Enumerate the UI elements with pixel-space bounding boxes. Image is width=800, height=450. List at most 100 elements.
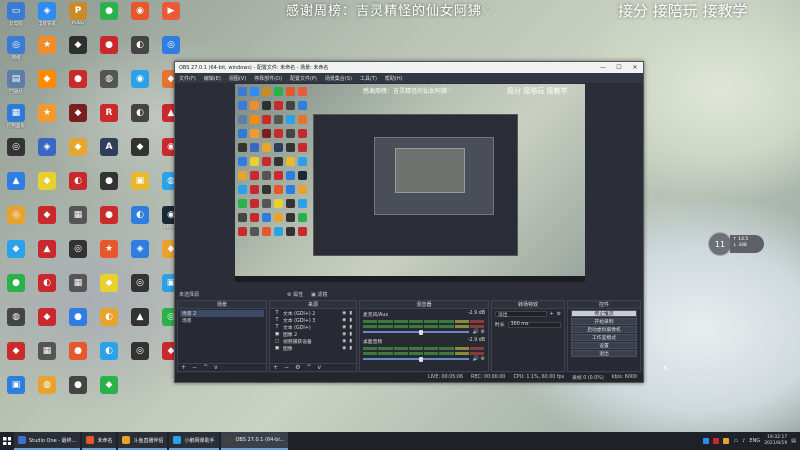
source-settings-icon[interactable]: ⚙ [295, 364, 300, 371]
duration-input[interactable]: 300 ms [507, 321, 561, 328]
remove-source-button[interactable]: − [284, 364, 289, 371]
desktop-icon[interactable]: ◎ [63, 240, 93, 274]
eye-icon[interactable]: ◉ [342, 346, 346, 351]
volume-knob[interactable] [419, 356, 424, 362]
lock-icon[interactable]: ▮ [349, 325, 352, 330]
speaker-icon[interactable]: 🔊 ⚙ [473, 356, 485, 362]
desktop-icon[interactable]: R [94, 104, 124, 138]
desktop-icon[interactable]: ● [1, 274, 31, 308]
desktop-icon[interactable]: ● [63, 342, 93, 376]
obs-title-bar[interactable]: OBS 27.0.1 (64-bit, windows) - 配置文件: 未命名… [175, 62, 643, 73]
move-scene-up-button[interactable]: ^ [203, 364, 208, 371]
menu-tools[interactable]: 工具(T) [360, 75, 377, 82]
minimize-icon[interactable]: — [595, 62, 611, 73]
lock-icon[interactable]: ▮ [349, 346, 352, 351]
desktop-icon[interactable]: ▦ [63, 274, 93, 308]
taskbar-item[interactable]: 小鹅网课助手 [169, 432, 219, 450]
desktop-icon[interactable]: ● [94, 2, 124, 36]
desktop-icon[interactable]: P PUBG [63, 2, 93, 36]
desktop-icon[interactable]: ◈ 电脑管家 [32, 2, 62, 36]
menu-scene-collection[interactable]: 场景集合(S) [325, 75, 352, 82]
desktop-icon[interactable]: ◉ [125, 2, 155, 36]
menu-file[interactable]: 文件(F) [179, 75, 196, 82]
desktop-icon[interactable]: ◆ [63, 138, 93, 172]
menu-help[interactable]: 帮助(H) [385, 75, 403, 82]
desktop-icon[interactable]: ◍ [1, 308, 31, 342]
obs-preview-canvas[interactable]: 感谢周榜：吉灵精怪的仙女阿狒♡ 接分 接陪玩 接教学 [235, 84, 585, 282]
taskbar-item[interactable]: Studio One - 最终... [14, 432, 81, 450]
desktop-icon[interactable]: ◎ 网络 [1, 36, 31, 70]
desktop-icon[interactable]: ▣ [1, 376, 31, 410]
desktop-icon[interactable]: ★ [32, 36, 62, 70]
menu-profile[interactable]: 配置文件(P) [290, 75, 317, 82]
menu-view[interactable]: 视图(V) [229, 75, 246, 82]
eye-icon[interactable]: ◉ [342, 332, 346, 337]
volume-knob[interactable] [419, 329, 424, 335]
desktop-icon[interactable]: ▦ [32, 342, 62, 376]
start-button[interactable] [0, 432, 14, 450]
scene-item[interactable]: 场景 [180, 317, 264, 324]
desktop-icon[interactable]: ▭ 此电脑 [1, 2, 31, 36]
desktop-icon[interactable]: ◐ [125, 36, 155, 70]
volume-slider[interactable]: 🔊 ⚙ [363, 356, 485, 362]
desktop-icon[interactable]: A [94, 138, 124, 172]
studio-mode-button[interactable]: 工作室模式 [571, 334, 637, 341]
desktop-icon[interactable]: ● [94, 206, 124, 240]
volume-slider[interactable]: 🔊 ⚙ [363, 329, 485, 335]
desktop-icon[interactable]: ◎ [1, 138, 31, 172]
desktop-icon[interactable]: ◆ [32, 206, 62, 240]
taskbar-item[interactable]: 斗鱼直播伴侣 [118, 432, 168, 450]
lock-icon[interactable]: ▮ [349, 318, 352, 323]
desktop-icon[interactable]: ● [63, 70, 93, 104]
lock-icon[interactable]: ▮ [349, 332, 352, 337]
start-recording-button[interactable]: 开始录制 [571, 318, 637, 325]
eye-icon[interactable]: ◉ [342, 339, 346, 344]
source-item[interactable]: ▢ 视频捕获设备 ◉ ▮ [272, 338, 354, 345]
transition-settings-icon[interactable]: ⚙ [557, 312, 561, 317]
desktop-icon[interactable]: ◆ [94, 376, 124, 410]
volume-icon[interactable]: ♪ [742, 438, 745, 444]
properties-button[interactable]: ⚙ 属性 [287, 291, 303, 298]
tray-app-icon[interactable] [713, 438, 720, 444]
desktop-icon[interactable]: ▲ [125, 308, 155, 342]
desktop-icon[interactable]: ◎ [125, 342, 155, 376]
desktop-icon[interactable]: ◐ [125, 206, 155, 240]
add-source-button[interactable]: + [273, 364, 278, 371]
desktop-icon[interactable]: ★ [32, 104, 62, 138]
desktop-icon[interactable]: ● [63, 308, 93, 342]
virtual-camera-button[interactable]: 启动虚拟摄像机 [571, 326, 637, 333]
desktop-icon[interactable]: ◆ [32, 172, 62, 206]
eye-icon[interactable]: ◉ [342, 318, 346, 323]
desktop-icon[interactable]: ▦ 控制面板 [1, 104, 31, 138]
source-item[interactable]: T 文本 (GDI+) ◉ ▮ [272, 324, 354, 331]
desktop-icon[interactable]: ◆ [63, 36, 93, 70]
source-item[interactable]: T 文本 (GDI+) 3 ◉ ▮ [272, 317, 354, 324]
notification-icon[interactable]: ▤ [791, 438, 796, 444]
desktop-icon[interactable]: ★ [94, 240, 124, 274]
taskbar-item[interactable]: OBS 27.0.1 (64-bi... [220, 432, 289, 450]
desktop-icon[interactable]: ◍ [32, 376, 62, 410]
desktop-icon[interactable]: ◆ [125, 138, 155, 172]
lock-icon[interactable]: ▮ [349, 311, 352, 316]
desktop-icon[interactable]: ◍ [94, 70, 124, 104]
eye-icon[interactable]: ◉ [342, 311, 346, 316]
menu-docks[interactable]: 停靠部件(D) [254, 75, 282, 82]
desktop-icon[interactable]: ◉ [125, 70, 155, 104]
desktop-icon[interactable]: ◈ [32, 138, 62, 172]
desktop-icon[interactable]: ▣ [125, 172, 155, 206]
input-language[interactable]: ENG [749, 438, 760, 444]
tray-app-icon[interactable] [723, 438, 730, 444]
desktop-icon[interactable]: ▲ [32, 240, 62, 274]
speaker-icon[interactable]: 🔊 ⚙ [473, 329, 485, 335]
desktop-icon[interactable]: ▲ [1, 172, 31, 206]
eye-icon[interactable]: ◉ [342, 325, 346, 330]
move-scene-down-button[interactable]: v [214, 364, 218, 371]
move-source-up-button[interactable]: ^ [306, 364, 311, 371]
network-icon[interactable]: ▭ [733, 438, 738, 444]
add-scene-button[interactable]: + [181, 364, 186, 371]
taskbar-item[interactable]: 未命名 [82, 432, 117, 450]
maximize-icon[interactable]: ☐ [611, 62, 627, 73]
source-item[interactable]: T 文本 (GDI+) 2 ◉ ▮ [272, 310, 354, 317]
exit-button[interactable]: 退出 [571, 350, 637, 357]
desktop-icon[interactable]: ◎ [125, 274, 155, 308]
